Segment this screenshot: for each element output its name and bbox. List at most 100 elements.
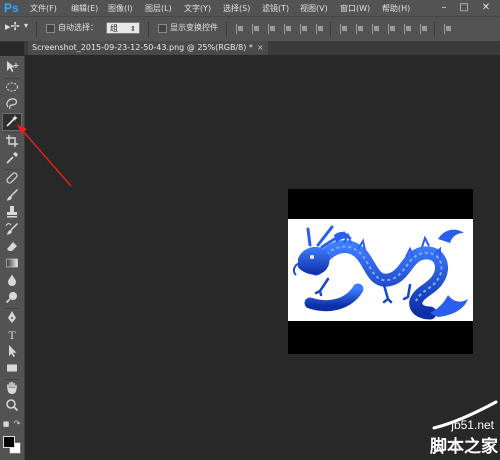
hand-tool[interactable] bbox=[3, 381, 21, 397]
options-bar: ▸✢ ▾ 自动选择： 组 ⇕ 显示变换控件 bbox=[0, 16, 500, 42]
menu-file[interactable]: 文件(F) bbox=[30, 3, 57, 14]
divider bbox=[330, 21, 331, 37]
eraser-icon bbox=[7, 242, 17, 251]
brush-icon bbox=[6, 188, 19, 201]
watermark-domain: jb51.net bbox=[451, 418, 494, 432]
eraser-tool[interactable] bbox=[3, 239, 21, 255]
zoom-tool[interactable] bbox=[3, 398, 21, 414]
align-top-icon[interactable] bbox=[236, 24, 245, 34]
path-select-icon bbox=[9, 345, 17, 357]
default-colors-icon[interactable]: ■ bbox=[2, 418, 10, 430]
crop-icon bbox=[6, 135, 18, 147]
restore-button[interactable]: □ bbox=[456, 1, 472, 15]
rectangle-icon bbox=[7, 364, 17, 372]
magnifier-icon bbox=[6, 399, 19, 412]
lasso-icon bbox=[6, 98, 18, 110]
chevron-down-icon[interactable]: ▾ bbox=[24, 21, 28, 30]
lasso-tool[interactable] bbox=[3, 97, 21, 113]
distribute-right-icon[interactable] bbox=[420, 24, 429, 34]
history-brush-tool[interactable] bbox=[3, 222, 21, 238]
close-window-button[interactable]: ✕ bbox=[478, 1, 494, 15]
magic-wand-tool[interactable] bbox=[2, 113, 22, 131]
magic-wand-icon bbox=[6, 115, 18, 127]
hand-icon bbox=[7, 381, 17, 394]
history-brush-icon bbox=[5, 222, 19, 235]
clone-stamp-tool[interactable] bbox=[3, 205, 21, 221]
type-tool[interactable]: T bbox=[3, 327, 21, 343]
document-tab-title: Screenshot_2015-09-23-12-50-43.png @ 25%… bbox=[32, 43, 253, 52]
healing-brush-tool[interactable] bbox=[3, 171, 21, 187]
align-right-icon[interactable] bbox=[316, 24, 325, 34]
menu-type[interactable]: 文字(Y) bbox=[184, 3, 211, 14]
swap-colors-icon[interactable]: ↷ bbox=[13, 418, 21, 430]
move-tool-preset-icon[interactable]: ▸✢ bbox=[5, 20, 20, 33]
chevron-down-icon: ⇕ bbox=[130, 25, 136, 33]
document-tab-bar: Screenshot_2015-09-23-12-50-43.png @ 25%… bbox=[24, 41, 500, 55]
menu-help[interactable]: 帮助(H) bbox=[382, 3, 410, 14]
path-selection-tool[interactable] bbox=[3, 344, 21, 360]
menu-filter[interactable]: 滤镜(T) bbox=[262, 3, 289, 14]
align-hcenter-icon[interactable] bbox=[300, 24, 309, 34]
divider bbox=[148, 21, 149, 37]
close-tab-icon[interactable]: × bbox=[257, 43, 264, 52]
menu-select[interactable]: 选择(S) bbox=[223, 3, 250, 14]
align-bottom-icon[interactable] bbox=[268, 24, 277, 34]
auto-select-checkbox[interactable] bbox=[46, 24, 55, 33]
divider bbox=[4, 379, 20, 380]
ellipse-marquee-icon bbox=[6, 82, 18, 92]
dragon-image bbox=[288, 219, 473, 321]
distribute-vcenter-icon[interactable] bbox=[356, 24, 365, 34]
pen-icon bbox=[8, 311, 16, 323]
menu-image[interactable]: 图像(I) bbox=[108, 3, 133, 14]
align-left-icon[interactable] bbox=[284, 24, 293, 34]
blue-dragon-picture bbox=[292, 225, 468, 320]
distribute-left-icon[interactable] bbox=[388, 24, 397, 34]
eyedropper-tool[interactable] bbox=[3, 151, 21, 167]
move-icon bbox=[7, 61, 19, 72]
crop-tool[interactable] bbox=[3, 134, 21, 150]
stamp-icon bbox=[7, 206, 17, 218]
distribute-hcenter-icon[interactable] bbox=[404, 24, 413, 34]
menu-edit[interactable]: 编辑(E) bbox=[71, 3, 98, 14]
show-transform-label: 显示变换控件 bbox=[170, 23, 218, 32]
site-watermark: jb51.net 脚本之家 bbox=[430, 400, 500, 460]
divider bbox=[36, 21, 37, 37]
dodge-icon bbox=[5, 292, 17, 304]
marquee-tool[interactable] bbox=[3, 80, 21, 96]
minimize-button[interactable]: – bbox=[436, 1, 452, 15]
blur-tool[interactable] bbox=[3, 273, 21, 289]
bandage-icon bbox=[6, 172, 18, 184]
divider bbox=[434, 21, 435, 37]
auto-select-value: 组 bbox=[110, 24, 118, 33]
align-vcenter-icon[interactable] bbox=[252, 24, 261, 34]
distribute-top-icon[interactable] bbox=[340, 24, 349, 34]
divider bbox=[4, 169, 20, 170]
menu-bar: Ps 文件(F) 编辑(E) 图像(I) 图层(L) 文字(Y) 选择(S) 滤… bbox=[0, 0, 500, 16]
pen-tool[interactable] bbox=[3, 310, 21, 326]
eyedropper-icon bbox=[6, 152, 18, 164]
auto-align-icon[interactable] bbox=[444, 24, 453, 34]
tools-panel: T ■ ↷ bbox=[0, 56, 25, 460]
foreground-color-swatch[interactable] bbox=[3, 436, 15, 448]
divider bbox=[226, 21, 227, 37]
rectangle-tool[interactable] bbox=[3, 361, 21, 377]
menu-layer[interactable]: 图层(L) bbox=[145, 3, 172, 14]
watermark-site-name: 脚本之家 bbox=[430, 437, 498, 457]
divider bbox=[4, 308, 20, 309]
show-transform-checkbox[interactable] bbox=[158, 24, 167, 33]
photoshop-logo[interactable]: Ps bbox=[4, 1, 19, 15]
document-tab[interactable]: Screenshot_2015-09-23-12-50-43.png @ 25%… bbox=[28, 41, 268, 55]
document-canvas[interactable] bbox=[288, 189, 473, 354]
gradient-icon bbox=[6, 258, 18, 268]
distribute-bottom-icon[interactable] bbox=[372, 24, 381, 34]
dodge-tool[interactable] bbox=[3, 290, 21, 306]
auto-select-label: 自动选择： bbox=[58, 23, 98, 32]
drop-icon bbox=[8, 274, 16, 286]
gradient-tool[interactable] bbox=[3, 256, 21, 272]
auto-select-dropdown[interactable]: 组 ⇕ bbox=[106, 22, 140, 34]
brush-tool[interactable] bbox=[3, 188, 21, 204]
menu-window[interactable]: 窗口(W) bbox=[340, 3, 370, 14]
menu-view[interactable]: 视图(V) bbox=[300, 3, 328, 14]
divider bbox=[4, 78, 20, 79]
move-tool[interactable] bbox=[3, 60, 21, 76]
